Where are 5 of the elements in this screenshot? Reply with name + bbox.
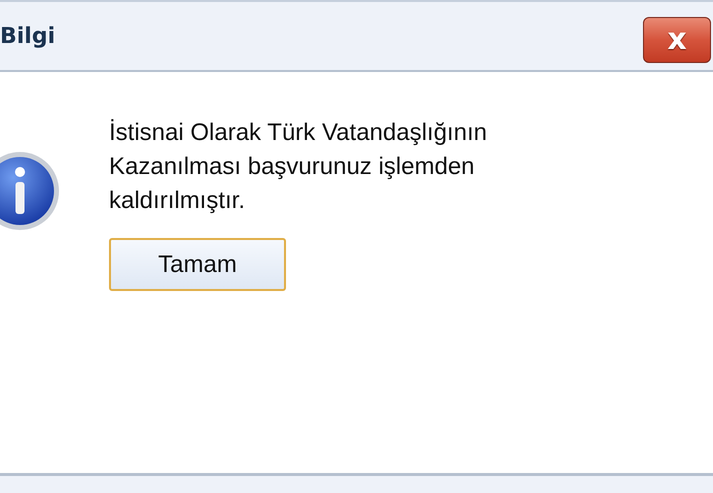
window-title: Bilgi: [0, 24, 56, 48]
ok-button[interactable]: Tamam: [109, 238, 286, 291]
info-icon: [0, 150, 61, 232]
close-button[interactable]: x: [643, 17, 711, 63]
message-text: İstisnai Olarak Türk Vatandaşlığının Kazanılması başvurunuz işlemden kaldırılmıştır.: [109, 118, 488, 216]
